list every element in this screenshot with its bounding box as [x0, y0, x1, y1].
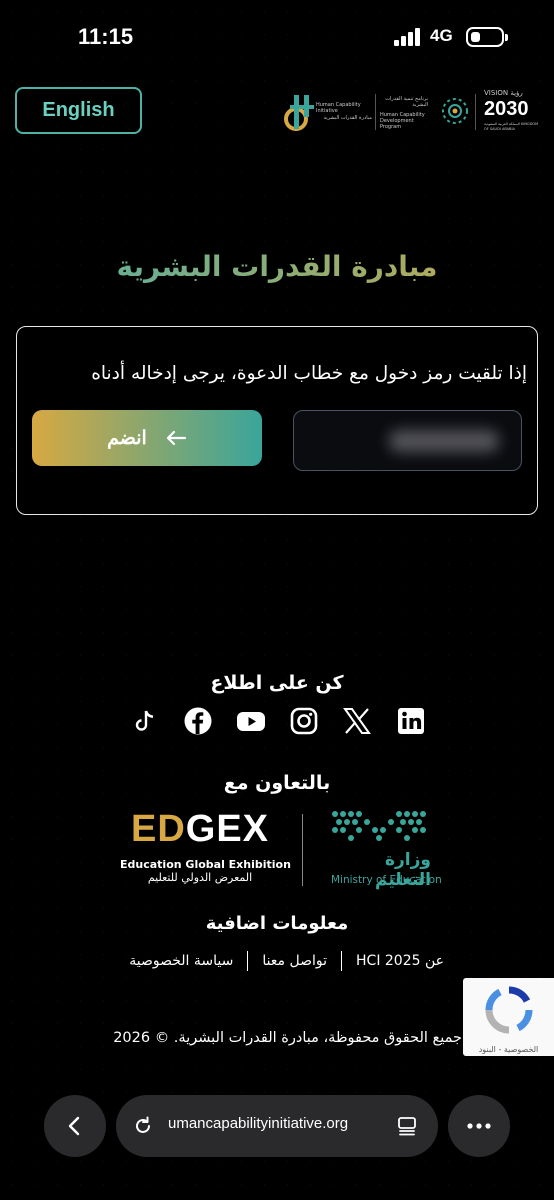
chevron-left-icon — [68, 1116, 80, 1136]
youtube-icon[interactable] — [236, 706, 266, 736]
recaptcha-badge[interactable]: الخصوصية - البنود — [463, 978, 554, 1056]
link-privacy[interactable]: سياسة الخصوصية — [129, 953, 233, 969]
edgex-logo-text-ar: المعرض الدولي للتعليم — [147, 871, 253, 884]
hcdp-logo-text-en: Human Capability Development Program — [380, 112, 425, 130]
social-links — [130, 706, 426, 740]
more-info-title: معلومات اضافية — [205, 913, 349, 934]
status-bar: 11:15 4G — [0, 0, 554, 76]
link-about[interactable]: عن HCI 2025 — [356, 953, 444, 969]
header-logos: Human Capability Initiative مبادرة القدر… — [280, 88, 542, 138]
facebook-icon[interactable] — [183, 706, 213, 736]
hcdp-logo-text-ar: برنامج تنمية القدرات البشرية — [385, 96, 428, 108]
partner-logos: EDGEX Education Global Exhibition المعرض… — [110, 808, 450, 894]
ministry-of-education-logo: وزارة التعليم Ministry of Education — [325, 808, 442, 894]
vision-sub: المملكة العربية السعودية KINGDOM OF SAUD… — [484, 122, 539, 131]
link-contact[interactable]: تواصل معنا — [262, 953, 327, 969]
access-code-card: إذا تلقيت رمز دخول مع خطاب الدعوة، يرجى … — [16, 326, 538, 515]
reader-mode-icon[interactable] — [396, 1115, 418, 1137]
linkedin-icon[interactable] — [396, 706, 426, 736]
page-title: مبادرة القدرات البشرية — [0, 250, 554, 283]
network-type: 4G — [430, 26, 453, 45]
hci-logo-text-en: Human Capability Initiative — [316, 102, 361, 114]
moe-text-en: Ministry of Education — [331, 874, 442, 886]
hcdp-logo: برنامج تنمية القدرات البشرية Human Capab… — [380, 92, 472, 134]
join-button-label: انضم — [107, 427, 147, 449]
arrow-left-icon — [166, 430, 186, 446]
moe-dots-icon — [332, 811, 426, 841]
status-time: 11:15 — [78, 24, 134, 49]
address-bar[interactable]: umancapabilityinitiative.org — [116, 1095, 438, 1157]
reload-icon[interactable] — [132, 1115, 154, 1137]
join-button[interactable]: انضم — [32, 410, 262, 466]
url-text: umancapabilityinitiative.org — [168, 1115, 349, 1132]
partners-title: بالتعاون مع — [223, 772, 331, 794]
vision-year: 2030 — [484, 98, 529, 120]
hci-logo-text-ar: مبادرة القدرات البشرية — [323, 115, 372, 121]
more-menu-button[interactable] — [448, 1095, 510, 1157]
access-code-blurred-value — [389, 430, 499, 452]
signal-icon — [394, 28, 424, 46]
follow-title: كن على اطلاع — [210, 672, 344, 694]
hci-logo: Human Capability Initiative مبادرة القدر… — [280, 88, 372, 138]
language-toggle-button[interactable]: English — [15, 87, 142, 134]
access-code-instruction: إذا تلقيت رمز دخول مع خطاب الدعوة، يرجى … — [91, 363, 527, 384]
footer-links: عن HCI 2025 تواصل معنا سياسة الخصوصية — [129, 951, 444, 971]
vision-2030-logo: VISION رؤية 2030 المملكة العربية السعودي… — [480, 90, 542, 136]
battery-icon — [466, 27, 508, 47]
copyright-text: جميع الحقوق محفوظة، مبادرة القدرات البشر… — [113, 1030, 462, 1046]
edgex-logo: EDGEX Education Global Exhibition المعرض… — [120, 808, 291, 884]
x-icon[interactable] — [342, 706, 372, 736]
vision-label: VISION رؤية — [484, 89, 523, 97]
hcdp-emblem-icon — [442, 98, 468, 124]
more-dots-icon — [467, 1123, 491, 1129]
tiktok-icon[interactable] — [130, 706, 160, 736]
recaptcha-label: الخصوصية - البنود — [478, 1045, 539, 1054]
instagram-icon[interactable] — [289, 706, 319, 736]
back-button[interactable] — [44, 1095, 106, 1157]
edgex-logo-text-en: Education Global Exhibition — [120, 858, 291, 871]
recaptcha-icon — [485, 986, 533, 1034]
